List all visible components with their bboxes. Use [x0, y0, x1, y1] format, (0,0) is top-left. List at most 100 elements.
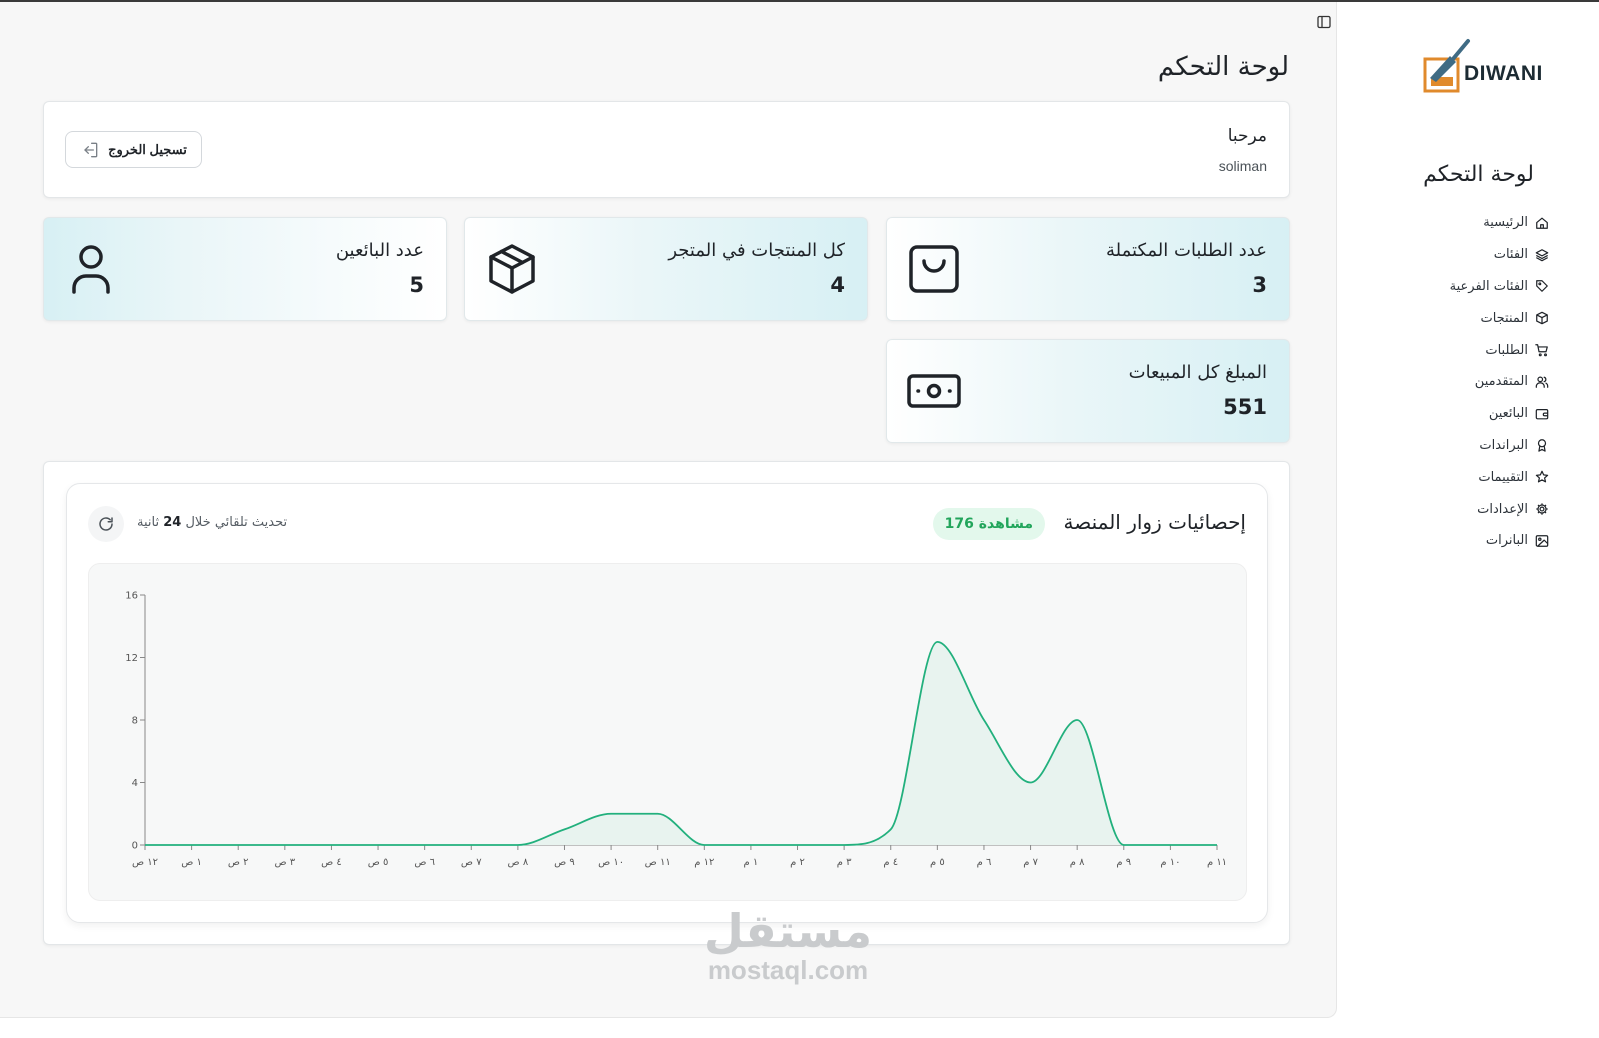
visitors-area-chart: 0 4 8 12 16 ١٢ ص ١ ص ٢ ص ٣ ص ٤ ص ٥ ص ٦ ص ٧ ص ٨ ص ٩ ص ١٠…	[125, 591, 1227, 869]
sidebar-item-orders[interactable]: الطلبات	[1450, 334, 1549, 366]
stat-value: 3	[1252, 273, 1267, 297]
image-icon	[1535, 534, 1549, 547]
sidebar-item-label: الطلبات	[1485, 342, 1528, 358]
sidebar-item-label: البانرات	[1485, 533, 1528, 549]
sidebar-item-categories[interactable]: الفئات	[1450, 239, 1549, 271]
welcome-card: مرحبا soliman تسجيل الخروج	[43, 101, 1290, 198]
visitors-chart-title: إحصائيات زوار المنصة	[1063, 510, 1246, 534]
brand-name: DIWANI	[1464, 62, 1543, 85]
sidebar-item-applicants[interactable]: المتقدمين	[1450, 366, 1549, 398]
layers-icon	[1535, 248, 1549, 261]
x-tick-label: ٨ ص	[508, 857, 529, 868]
views-count-badge: 176 مشاهدة	[932, 508, 1045, 540]
sidebar-item-products[interactable]: المنتجات	[1450, 302, 1549, 334]
y-tick-label: 8	[132, 716, 138, 727]
area-fill	[145, 641, 1217, 845]
user-icon	[72, 245, 110, 294]
stat-completed-orders: عدد الطلبات المكتملة 3	[886, 217, 1290, 321]
sidebar-title: لوحة التحكم	[1423, 162, 1534, 187]
x-tick-label: ١١ م	[1207, 857, 1227, 868]
x-tick-label: ١٢ م	[694, 857, 714, 868]
refresh-button[interactable]	[88, 506, 124, 542]
watermark-domain: mostaql.com	[707, 955, 869, 985]
x-tick-label: ٤ م	[883, 857, 898, 868]
users-icon	[1535, 376, 1549, 388]
sidebar-item-reviews[interactable]: التقييمات	[1450, 461, 1549, 493]
x-tick-label: ٤ ص	[321, 857, 342, 868]
sidebar-toggle-icon[interactable]	[1316, 14, 1332, 30]
refresh-icon	[99, 517, 113, 531]
sidebar-item-banners[interactable]: البانرات	[1450, 525, 1549, 557]
sidebar-item-label: البائعين	[1488, 406, 1528, 422]
x-tick-label: ٩ م	[1116, 857, 1131, 868]
welcome-username: soliman	[1218, 158, 1267, 174]
y-tick-label: 4	[132, 778, 138, 789]
refresh-prefix: تحديث تلقائي خلال	[185, 515, 288, 530]
sidebar-item-label: التقييمات	[1478, 469, 1528, 485]
package-icon	[489, 244, 535, 294]
chart-plot-area: 0 4 8 12 16 ١٢ ص ١ ص ٢ ص ٣ ص ٤ ص ٥ ص ٦ ص ٧ ص ٨ ص ٩ ص ١٠…	[88, 563, 1247, 901]
visitors-card: إحصائيات زوار المنصة 176 مشاهدة تحديث تل…	[43, 461, 1290, 945]
x-tick-label: ٢ ص	[228, 857, 249, 868]
y-tick-label: 0	[132, 841, 138, 852]
x-tick-label: ٨ م	[1070, 857, 1085, 868]
brand-logo[interactable]: DIWANI	[1422, 38, 1552, 94]
gear-icon	[1536, 503, 1548, 515]
sidebar-item-home[interactable]: الرئيسية	[1450, 207, 1549, 239]
sidebar-item-label: البراندات	[1479, 437, 1528, 453]
stat-value: 5	[409, 273, 424, 297]
x-tick-label: ١ م	[744, 857, 759, 868]
x-tick-label: ٥ ص	[368, 857, 389, 868]
sidebar: DIWANI لوحة التحكم الرئيسية الفئات الفئا…	[1337, 2, 1599, 1038]
wallet-icon	[1535, 408, 1549, 420]
tag-icon	[1536, 280, 1548, 293]
sidebar-item-label: المنتجات	[1480, 310, 1528, 326]
x-tick-label: ١ ص	[181, 857, 202, 868]
y-tick-label: 16	[125, 591, 138, 602]
sidebar-item-sellers[interactable]: البائعين	[1450, 398, 1549, 430]
logout-label: تسجيل الخروج	[108, 141, 187, 157]
logout-icon	[84, 142, 98, 157]
stat-value: 4	[830, 273, 845, 297]
x-tick-label: ٣ ص	[274, 857, 295, 868]
sidebar-item-label: الفئات	[1493, 247, 1528, 263]
box-icon	[1536, 311, 1548, 325]
stat-label: عدد الطلبات المكتملة	[1106, 240, 1267, 261]
x-tick-label: ١٠ م	[1160, 857, 1180, 868]
sidebar-item-settings[interactable]: الإعدادات	[1450, 493, 1549, 525]
x-tick-label: ٩ ص	[554, 857, 575, 868]
stat-total-sales: المبلغ كل المبيعات 551	[886, 339, 1290, 443]
sidebar-item-label: الإعدادات	[1477, 501, 1528, 517]
x-tick-label: ٧ م	[1023, 857, 1038, 868]
sidebar-item-label: الفئات الفرعية	[1449, 278, 1528, 294]
y-tick-label: 12	[125, 653, 138, 664]
stat-store-products: كل المنتجات في المتجر 4	[464, 217, 868, 321]
stat-label: كل المنتجات في المتجر	[668, 240, 845, 261]
x-tick-label: ٣ م	[837, 857, 852, 868]
cart-icon	[1535, 344, 1548, 357]
star-icon	[1535, 470, 1549, 483]
x-tick-label: ١١ ص	[645, 857, 671, 868]
stat-value: 551	[1223, 395, 1267, 419]
logout-button[interactable]: تسجيل الخروج	[65, 131, 202, 168]
x-tick-label: ٥ م	[930, 857, 945, 868]
stat-label: المبلغ كل المبيعات	[1128, 362, 1267, 383]
sidebar-nav: الرئيسية الفئات الفئات الفرعية المنتجات …	[1450, 207, 1549, 557]
visitors-chart-panel: إحصائيات زوار المنصة 176 مشاهدة تحديث تل…	[66, 483, 1268, 923]
auto-refresh-countdown: تحديث تلقائي خلال 24 ثانية	[137, 515, 287, 530]
x-tick-label: ٦ ص	[414, 857, 435, 868]
page-title: لوحة التحكم	[1157, 52, 1289, 82]
shopping-bag-icon	[909, 245, 959, 293]
x-tick-label: ١٢ ص	[132, 857, 158, 868]
main-panel: لوحة التحكم مرحبا soliman تسجيل الخروج ع…	[0, 2, 1337, 1018]
sidebar-item-subcategories[interactable]: الفئات الفرعية	[1450, 271, 1549, 303]
x-tick-label: ١٠ ص	[598, 857, 624, 868]
banknote-icon	[907, 374, 961, 408]
x-tick-label: ٢ م	[790, 857, 805, 868]
welcome-greeting: مرحبا	[1227, 126, 1267, 146]
refresh-suffix: ثانية	[137, 515, 160, 530]
x-tick-label: ٦ م	[977, 857, 992, 868]
sidebar-item-brands[interactable]: البراندات	[1450, 430, 1549, 462]
stat-label: عدد البائعين	[335, 240, 424, 261]
stat-sellers: عدد البائعين 5	[43, 217, 447, 321]
